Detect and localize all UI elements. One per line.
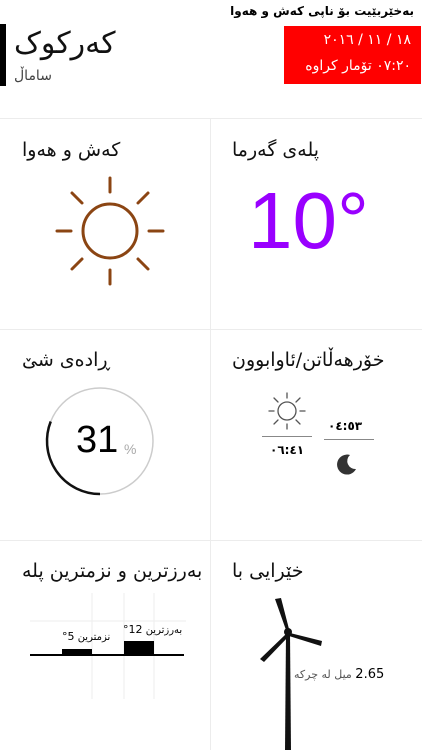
app-caption: بەخێربێیت بۆ ناپی کەش و هەوا (230, 4, 414, 18)
max-label-text: بەرزترین (145, 625, 183, 636)
max-temp-marker (124, 641, 154, 654)
minmax-grid (30, 593, 186, 699)
minmax-baseline (30, 654, 184, 656)
updated-time-text: ٠٧:٢٠ تۆمار کراوە (305, 58, 411, 74)
moon-icon (337, 454, 356, 475)
sunrise-divider (262, 436, 312, 437)
grid-divider-row-2 (0, 540, 422, 541)
sunrise-sun-icon (268, 392, 306, 430)
sunset-time: ٠٦:٤١ (270, 443, 305, 457)
date-badge: ١٨ / ١١ / ٢٠١٦ ٠٧:٢٠ تۆمار کراوە (284, 26, 421, 84)
humidity-value: 31 (76, 419, 119, 461)
sun-card-title: خۆرهەڵاتن/ئاوابوون (232, 349, 385, 371)
max-temp-label: بەرزترین 12° (123, 623, 182, 636)
grid-divider-vertical (210, 119, 211, 750)
sunset-divider (324, 439, 374, 440)
sun-icon (55, 176, 165, 286)
min-value-text: 5° (62, 630, 75, 643)
grid-divider-row-1 (0, 329, 422, 330)
wind-speed-value: 2.65 (355, 667, 385, 682)
wind-speed-unit: میل لە چرکە (294, 668, 352, 681)
min-temp-label: نزمترین 5° (62, 630, 110, 643)
minmax-card-title: بەرزترین و نزمترین پلە (22, 560, 203, 582)
city-accent-bar (0, 24, 6, 86)
temperature-card-title: پلەی گەرما (232, 139, 320, 161)
temperature-value: 10° (248, 176, 369, 265)
date-text: ١٨ / ١١ / ٢٠١٦ (323, 32, 411, 48)
weather-card-title: کەش و هەوا (22, 139, 121, 161)
humidity-unit: % (124, 441, 137, 457)
min-label-text: نزمترین (77, 632, 111, 643)
wind-speed: 2.65 میل لە چرکە (294, 667, 384, 682)
max-value-text: 12° (123, 623, 143, 636)
city-name[interactable]: کەرکوک (14, 26, 115, 61)
weather-grid: کەش و هەوا پلەی گەرما 10° ڕادەی شێ 31 % … (0, 118, 422, 750)
weather-condition-text: ساماڵ (14, 68, 52, 84)
sunrise-time: ٠٤:٥٣ (328, 419, 363, 433)
wind-card-title: خێرایی با (232, 560, 304, 582)
header: کەرکوک ساماڵ ١٨ / ١١ / ٢٠١٦ ٠٧:٢٠ تۆمار … (0, 22, 422, 118)
humidity-card-title: ڕادەی شێ (22, 349, 110, 371)
